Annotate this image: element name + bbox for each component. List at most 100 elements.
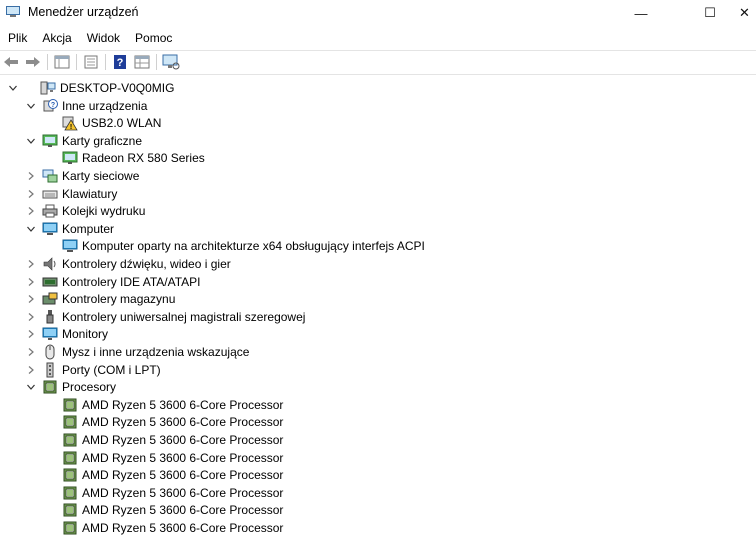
scan-hardware-button[interactable]: [160, 52, 182, 72]
help-button[interactable]: ?: [109, 52, 131, 72]
chevron-down-icon[interactable]: [26, 224, 36, 234]
network-icon: [42, 169, 58, 183]
processor-icon: [63, 486, 77, 500]
tree-device[interactable]: AMD Ryzen 5 3600 6-Core Processor: [62, 413, 283, 431]
tree-item-label: AMD Ryzen 5 3600 6-Core Processor: [82, 397, 284, 412]
tree-item-label: AMD Ryzen 5 3600 6-Core Processor: [82, 450, 284, 465]
tree-category[interactable]: Kontrolery magazynu: [28, 290, 176, 308]
processor-icon: [63, 451, 77, 465]
view-button[interactable]: [80, 52, 102, 72]
tree-item-label: AMD Ryzen 5 3600 6-Core Processor: [82, 433, 284, 447]
minimize-button[interactable]: —: [618, 0, 664, 26]
tree-item-label: Porty (COM i LPT): [62, 362, 161, 377]
toolbar-divider: [0, 74, 756, 75]
tree-device[interactable]: AMD Ryzen 5 3600 6-Core Processor: [62, 466, 283, 484]
tree-item-label: Kontrolery dźwięku, wideo i gier: [62, 257, 231, 271]
monitor-scan-icon: [162, 54, 180, 70]
menu-pomoc[interactable]: Pomoc: [127, 31, 179, 45]
tree-item-label: Kolejki wydruku: [62, 204, 146, 219]
device-manager-icon: [6, 6, 20, 17]
tree-root-computer[interactable]: DESKTOP-V0Q0MIG: [9, 79, 174, 97]
menu-widok[interactable]: Widok: [79, 31, 127, 45]
port-icon: [46, 362, 54, 378]
view-icon: [84, 55, 98, 69]
toolbar-separator: [47, 54, 48, 70]
back-button[interactable]: [0, 52, 22, 72]
tree-category[interactable]: Karty sieciowe: [28, 167, 139, 185]
tree-device[interactable]: Radeon RX 580 Series: [62, 149, 205, 167]
chevron-right-icon[interactable]: [26, 347, 36, 357]
tree-device[interactable]: AMD Ryzen 5 3600 6-Core Processor: [62, 484, 283, 502]
grid-button[interactable]: [131, 52, 153, 72]
tree-category[interactable]: Kontrolery dźwięku, wideo i gier: [28, 255, 231, 273]
tree-item-label: Kontrolery magazynu: [62, 292, 176, 307]
close-icon: ✕: [739, 5, 750, 20]
storage-icon: [42, 292, 58, 305]
chevron-down-icon[interactable]: [26, 101, 36, 111]
tree-category[interactable]: Kolejki wydruku: [28, 202, 146, 220]
chevron-right-icon[interactable]: [26, 171, 36, 181]
chevron-right-icon[interactable]: [26, 259, 36, 269]
processor-icon: [63, 415, 77, 429]
tree-item-label: Kontrolery IDE ATA/ATAPI: [62, 274, 201, 289]
tree-item-label: Inne urządzenia: [62, 98, 148, 113]
tree-device[interactable]: Komputer oparty na architekturze x64 obs…: [62, 237, 425, 255]
tree-category[interactable]: Procesory: [27, 378, 117, 396]
properties-button[interactable]: [51, 52, 73, 72]
properties-icon: [54, 55, 70, 69]
chevron-right-icon[interactable]: [26, 277, 36, 287]
tree-category[interactable]: ? Inne urządzenia: [27, 97, 148, 115]
maximize-button[interactable]: ☐: [687, 0, 733, 26]
chevron-down-icon[interactable]: [8, 83, 18, 93]
chevron-down-icon[interactable]: [26, 382, 36, 392]
tree-item-label: USB2.0 WLAN: [82, 116, 162, 131]
menu-akcja[interactable]: Akcja: [34, 31, 78, 45]
display-adapter-icon: [62, 151, 78, 165]
tree-category[interactable]: Porty (COM i LPT): [28, 361, 161, 379]
help-icon: ?: [114, 55, 126, 69]
tree-item-label: Procesory: [62, 380, 117, 395]
menu-plik[interactable]: Plik: [0, 31, 34, 45]
svg-text:?: ?: [51, 102, 55, 109]
tree-item-label: AMD Ryzen 5 3600 6-Core Processor: [82, 415, 284, 430]
close-button[interactable]: ✕: [733, 0, 756, 26]
chevron-right-icon[interactable]: [26, 294, 36, 304]
tree-category[interactable]: Kontrolery uniwersalnej magistrali szere…: [28, 308, 306, 326]
root-icon: [40, 81, 56, 95]
processor-icon: [63, 433, 77, 447]
chevron-right-icon[interactable]: [26, 312, 36, 322]
tree-item-label: Komputer: [62, 221, 115, 236]
usb-icon: [46, 309, 54, 324]
tree-device[interactable]: AMD Ryzen 5 3600 6-Core Processor: [62, 449, 283, 467]
printer-icon: [42, 204, 58, 218]
computer-icon: [62, 239, 78, 253]
monitor-icon: [42, 327, 58, 341]
tree-category[interactable]: Komputer: [27, 220, 115, 238]
tree-category[interactable]: Karty graficzne: [27, 132, 142, 150]
tree-device[interactable]: AMD Ryzen 5 3600 6-Core Processor: [62, 396, 283, 414]
ide-icon: [42, 277, 58, 287]
chevron-right-icon[interactable]: [26, 365, 36, 375]
tree-category[interactable]: Monitory: [28, 325, 108, 343]
processor-icon: [43, 380, 57, 394]
tree-category[interactable]: Mysz i inne urządzenia wskazujące: [28, 343, 249, 361]
tree-device[interactable]: ! USB2.0 WLAN: [62, 114, 161, 132]
unknown-device-icon: ?: [43, 98, 58, 112]
tree-device[interactable]: AMD Ryzen 5 3600 6-Core Processor: [62, 501, 283, 519]
tree-device[interactable]: AMD Ryzen 5 3600 6-Core Processor: [62, 431, 283, 449]
forward-icon: [26, 57, 40, 67]
forward-button[interactable]: [22, 52, 44, 72]
menu-bar: Plik Akcja Widok Pomoc: [0, 27, 756, 49]
tree-category[interactable]: Klawiatury: [28, 185, 117, 203]
chevron-right-icon[interactable]: [26, 206, 36, 216]
tree-category[interactable]: Kontrolery IDE ATA/ATAPI: [28, 273, 201, 291]
minimize-icon: —: [634, 5, 648, 21]
warning-device-icon: !: [62, 116, 78, 131]
chevron-down-icon[interactable]: [26, 136, 36, 146]
tree-item-label: Kontrolery uniwersalnej magistrali szere…: [62, 309, 306, 324]
tree-device[interactable]: AMD Ryzen 5 3600 6-Core Processor: [62, 519, 283, 537]
chevron-right-icon[interactable]: [26, 329, 36, 339]
chevron-right-icon[interactable]: [26, 189, 36, 199]
toolbar-separator: [76, 54, 77, 70]
svg-text:!: !: [70, 124, 72, 131]
